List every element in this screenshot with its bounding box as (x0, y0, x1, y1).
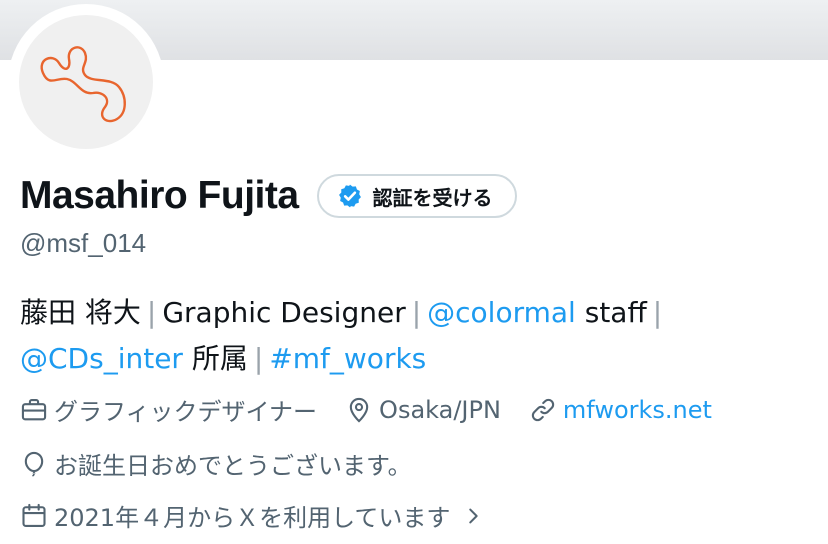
profile-handle: @msf_014 (20, 228, 147, 258)
bio-separator: | (411, 296, 422, 329)
name-row: Masahiro Fujita 認証を受ける (20, 170, 517, 222)
profile-birthday-row: お誕生日おめでとうございます。 (20, 446, 412, 481)
calendar-icon (22, 503, 46, 527)
meta-location: Osaka/JPN (345, 396, 501, 424)
profile-meta-row: グラフィックデザイナー Osaka/JPN mfworks.net (20, 392, 712, 427)
bio-separator: | (253, 342, 264, 375)
balloon-icon (24, 451, 44, 476)
display-name: Masahiro Fujita (20, 174, 299, 217)
meta-joined-text: 2021年４月からＸを利用しています (54, 504, 451, 532)
get-verified-label: 認証を受ける (372, 185, 493, 210)
meta-website-link[interactable]: mfworks.net (563, 396, 712, 424)
bio-text-role: Graphic Designer (162, 296, 406, 329)
briefcase-icon (21, 398, 47, 420)
bio-text-affiliation: 所属 (191, 342, 248, 375)
meta-website[interactable]: mfworks.net (529, 396, 712, 424)
bio-text-name: 藤田 将大 (20, 296, 141, 329)
meta-location-text: Osaka/JPN (379, 395, 501, 424)
map-pin-icon (349, 397, 369, 423)
profile-joined-row[interactable]: 2021年４月からＸを利用しています (20, 498, 490, 533)
profile-bio: 藤田 将大 | Graphic Designer | @colormal staff | … (20, 290, 810, 382)
bio-separator: | (652, 296, 663, 329)
get-verified-button[interactable]: 認証を受ける (316, 174, 517, 218)
meta-category-text: グラフィックデザイナー (54, 398, 318, 426)
bio-text-staff: staff (584, 296, 647, 329)
bio-separator: | (146, 296, 157, 329)
meta-category: グラフィックデザイナー (20, 392, 317, 427)
bio-hashtag-mf-works[interactable]: #mf_works (269, 342, 426, 375)
bio-mention-cds-inter[interactable]: @CDs_inter (20, 342, 183, 375)
verified-badge-icon (338, 184, 361, 208)
link-icon (531, 398, 555, 421)
meta-joined[interactable]: 2021年４月からＸを利用しています (20, 498, 490, 533)
meta-birthday-text: お誕生日おめでとうございます。 (54, 452, 412, 480)
profile-avatar[interactable] (8, 4, 164, 160)
meta-birthday: お誕生日おめでとうございます。 (20, 446, 412, 481)
chevron-right-icon[interactable] (462, 505, 484, 527)
bio-mention-colormal[interactable]: @colormal (427, 296, 576, 329)
avatar-image (19, 15, 153, 149)
avatar-squiggle-logo (40, 46, 126, 123)
